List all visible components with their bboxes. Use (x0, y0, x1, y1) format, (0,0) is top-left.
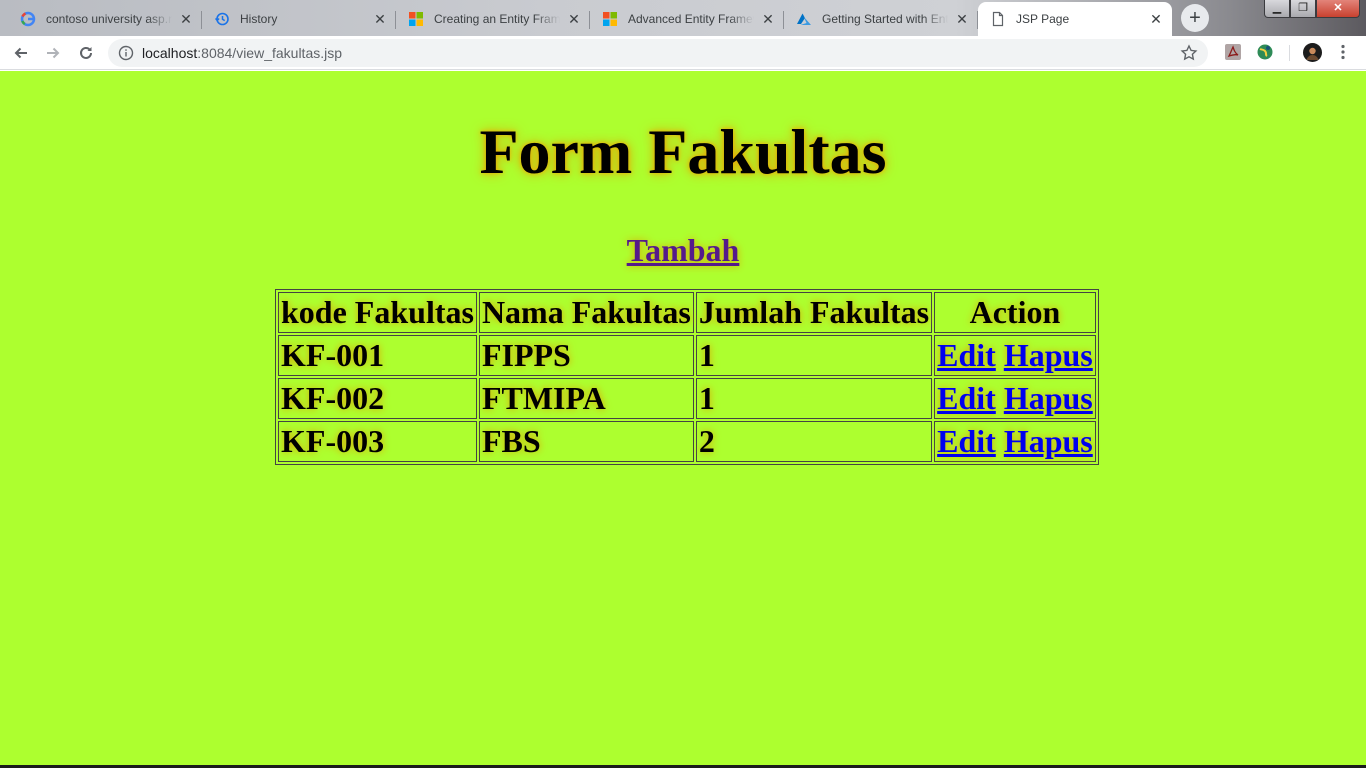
edit-link[interactable]: Edit (937, 337, 996, 373)
tab-getting-started-entity[interactable]: Getting Started with Entity ✕ (784, 2, 978, 36)
forward-button[interactable] (41, 41, 65, 65)
column-header: Jumlah Fakultas (695, 292, 933, 333)
cell-nama: FTMIPA (478, 378, 694, 419)
azure-icon (796, 11, 812, 27)
tab-jsp-page[interactable]: JSP Page ✕ (978, 2, 1172, 36)
close-window-button[interactable]: ✕ (1316, 0, 1360, 18)
tab-title: History (240, 12, 278, 26)
close-icon[interactable]: ✕ (954, 11, 970, 27)
tab-title: Advanced Entity Framework (628, 12, 754, 26)
add-link[interactable]: Tambah (627, 232, 740, 268)
edit-link[interactable]: Edit (937, 423, 996, 459)
tab-creating-entity-framework[interactable]: Creating an Entity Framework ✕ (396, 2, 590, 36)
tab-title: Getting Started with Entity (822, 12, 948, 26)
cell-kode: KF-001 (278, 335, 477, 376)
info-icon[interactable] (118, 45, 134, 61)
tab-title: JSP Page (1016, 12, 1070, 26)
cell-jumlah: 1 (695, 378, 933, 419)
close-icon[interactable]: ✕ (372, 11, 388, 27)
bookmark-star-icon[interactable] (1180, 44, 1198, 62)
hapus-link[interactable]: Hapus (1004, 380, 1093, 416)
microsoft-icon (408, 11, 424, 27)
profile-avatar[interactable] (1303, 43, 1322, 62)
google-icon (20, 11, 36, 27)
cell-kode: KF-002 (278, 378, 477, 419)
cell-jumlah: 2 (695, 421, 933, 462)
browser-toolbar: localhost:8084/view_fakultas.jsp (0, 36, 1366, 70)
cell-action: Edit Hapus (934, 421, 1096, 462)
tab-title: contoso university asp.net (46, 12, 172, 26)
tab-contoso[interactable]: contoso university asp.net ✕ (8, 2, 202, 36)
page-icon (990, 11, 1006, 27)
pdf-extension-icon[interactable] (1224, 43, 1242, 61)
hapus-link[interactable]: Hapus (1004, 337, 1093, 373)
arrow-right-icon (47, 47, 60, 59)
minimize-button[interactable]: ▁ (1264, 0, 1290, 18)
restore-button[interactable]: ❐ (1290, 0, 1316, 18)
microsoft-icon (602, 11, 618, 27)
cell-kode: KF-003 (278, 421, 477, 462)
history-icon (214, 11, 230, 27)
arrow-left-icon (14, 47, 27, 59)
new-tab-button[interactable]: + (1181, 4, 1209, 32)
close-icon[interactable]: ✕ (566, 11, 582, 27)
cell-nama: FIPPS (478, 335, 694, 376)
tab-advanced-entity-framework[interactable]: Advanced Entity Framework ✕ (590, 2, 784, 36)
globe-extension-icon[interactable] (1256, 43, 1274, 61)
fakultas-table: kode Fakultas Nama Fakultas Jumlah Fakul… (275, 289, 1099, 465)
table-row: KF-003 FBS 2 Edit Hapus (278, 421, 1096, 462)
tab-title: Creating an Entity Framework (434, 12, 560, 26)
close-icon[interactable]: ✕ (1148, 11, 1164, 27)
address-bar[interactable]: localhost:8084/view_fakultas.jsp (108, 39, 1208, 67)
column-header: Nama Fakultas (478, 292, 694, 333)
column-header: Action (934, 292, 1096, 333)
back-button[interactable] (9, 41, 33, 65)
add-link-container: Tambah (0, 231, 1366, 276)
edit-link[interactable]: Edit (937, 380, 996, 416)
url-text: localhost:8084/view_fakultas.jsp (142, 45, 343, 61)
cell-nama: FBS (478, 421, 694, 462)
column-header: kode Fakultas (278, 292, 477, 333)
reload-button[interactable] (74, 41, 98, 65)
table-row: KF-002 FTMIPA 1 Edit Hapus (278, 378, 1096, 419)
reload-icon (80, 46, 92, 59)
menu-dots-icon[interactable] (1336, 43, 1350, 61)
cell-action: Edit Hapus (934, 378, 1096, 419)
tab-history[interactable]: History ✕ (202, 2, 396, 36)
table-header-row: kode Fakultas Nama Fakultas Jumlah Fakul… (278, 292, 1096, 333)
page-title: Form Fakultas (479, 116, 887, 187)
cell-action: Edit Hapus (934, 335, 1096, 376)
tab-strip: contoso university asp.net ✕ History ✕ C… (0, 0, 1366, 36)
window-controls: ▁ ❐ ✕ (1264, 0, 1360, 18)
table-row: KF-001 FIPPS 1 Edit Hapus (278, 335, 1096, 376)
page-viewport: Form Fakultas Tambah kode Fakultas Nama … (0, 71, 1366, 768)
toolbar-divider (1289, 45, 1290, 61)
hapus-link[interactable]: Hapus (1004, 423, 1093, 459)
cell-jumlah: 1 (695, 335, 933, 376)
close-icon[interactable]: ✕ (178, 11, 194, 27)
close-icon[interactable]: ✕ (760, 11, 776, 27)
